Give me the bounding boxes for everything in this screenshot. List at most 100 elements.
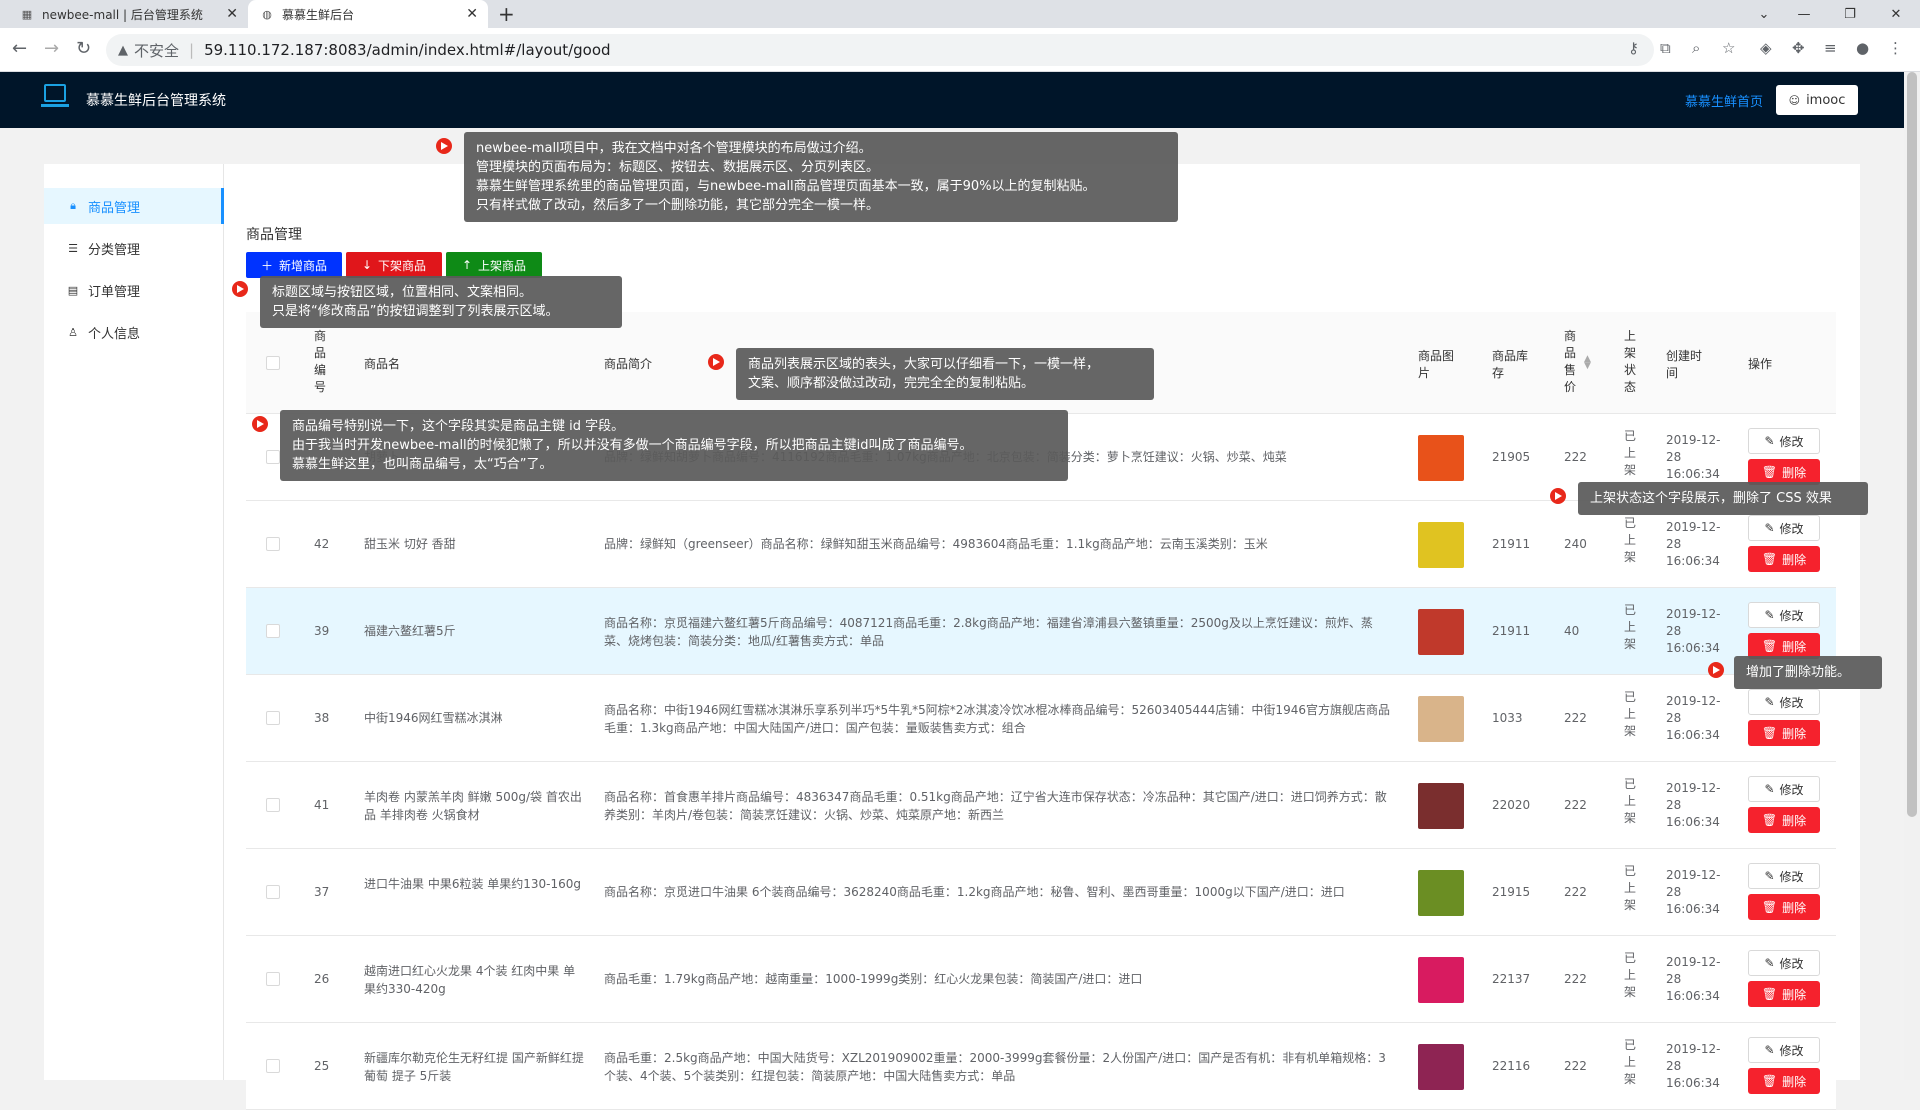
sidebar-item-order[interactable]: ▤ 订单管理 (44, 272, 224, 308)
scroll-thumb[interactable] (1907, 72, 1917, 817)
goods-id: 37 (314, 885, 330, 899)
address-bar[interactable]: ▲ 不安全 | 59.110.172.187:8083/admin/index.… (106, 34, 1654, 66)
forward-icon[interactable]: → (44, 38, 59, 59)
off-shelf-button[interactable]: ↓ 下架商品 (346, 252, 442, 278)
trash-icon: 🗑︎ (1761, 552, 1778, 566)
goods-name: 中街1946网红雪糕冰淇淋 (364, 711, 503, 725)
close-icon[interactable]: ✕ (226, 6, 238, 22)
browser-tab-active[interactable]: ◍ 慕慕生鲜后台 ✕ (248, 0, 488, 28)
delete-button[interactable]: 🗑︎ 删除 (1748, 894, 1820, 920)
puzzle-icon[interactable]: ✥ (1792, 39, 1805, 57)
goods-created: 2019-12-28 16:06:34 (1666, 868, 1721, 916)
goods-image (1418, 1044, 1464, 1090)
goods-status: 已上架 (1624, 777, 1637, 825)
back-icon[interactable]: ← (12, 38, 27, 59)
zoom-icon[interactable]: ⌕ (1692, 39, 1700, 57)
globe-icon: ◍ (262, 7, 272, 21)
key-icon[interactable]: ⚷ (1628, 39, 1639, 57)
delete-button[interactable]: 🗑︎ 删除 (1748, 981, 1820, 1007)
delete-button[interactable]: 🗑︎ 删除 (1748, 1068, 1820, 1094)
on-shelf-button[interactable]: ↑ 上架商品 (446, 252, 542, 278)
browser-tab-newbee[interactable]: ▦ newbee-mall | 后台管理系统 ✕ (8, 0, 248, 28)
edit-button[interactable]: ✎ 修改 (1748, 689, 1820, 715)
goods-stock: 22020 (1492, 798, 1531, 812)
tab-search-icon[interactable]: ⌄ (1744, 0, 1784, 28)
delete-label: 删除 (1782, 1074, 1807, 1089)
user-name: imooc (1806, 92, 1846, 108)
sidebar: 🔒︎ 商品管理 ☰ 分类管理 ▤ 订单管理 ♙ 个人信息 (44, 164, 224, 1080)
edit-button[interactable]: ✎ 修改 (1748, 1037, 1820, 1063)
security-label: 不安全 (134, 41, 180, 60)
select-all-checkbox[interactable] (266, 356, 280, 370)
row-checkbox[interactable] (266, 885, 280, 899)
table-row[interactable]: 38 中街1946网红雪糕冰淇淋 商品名称：中街1946网红雪糕冰淇淋乐享系列半巧*… (246, 675, 1836, 762)
goods-created: 2019-12-28 16:06:34 (1666, 955, 1721, 1003)
edit-label: 修改 (1779, 521, 1804, 536)
translate-icon[interactable]: ⧉ (1660, 39, 1671, 57)
goods-status: 已上架 (1624, 864, 1637, 912)
goods-intro: 商品毛重：1.79kg商品产地：越南重量：1000-1999g类别：红心火龙果包… (604, 972, 1143, 986)
sidebar-item-profile[interactable]: ♙ 个人信息 (44, 314, 224, 350)
home-link[interactable]: 慕慕生鲜首页 (1685, 91, 1763, 110)
table-row[interactable]: 39 福建六鳌红薯5斤 商品名称：京觅福建六鳌红薯5斤商品编号：4087121商品毛… (246, 588, 1836, 675)
goods-name: 进口牛油果 中果6粒装 单果约130-160g (364, 877, 582, 891)
user-button[interactable]: ☺ imooc (1776, 85, 1858, 115)
table-row[interactable]: 41 羊肉卷 内蒙羔羊肉 鲜嫩 500g/袋 首农出品 羊排肉卷 火锅食材 商品名称… (246, 762, 1836, 849)
minimize-icon[interactable]: — (1784, 0, 1824, 28)
profile-icon[interactable]: ● (1856, 39, 1869, 57)
menu-icon[interactable]: ⋮ (1888, 39, 1903, 57)
row-checkbox[interactable] (266, 972, 280, 986)
goods-id: 39 (314, 624, 330, 638)
goods-id: 42 (314, 537, 330, 551)
sidebar-item-category[interactable]: ☰ 分类管理 (44, 230, 224, 266)
annotation-marker-icon (436, 138, 452, 154)
reload-icon[interactable]: ↻ (76, 38, 91, 59)
header-id: 商品编号 (314, 329, 327, 394)
delete-button[interactable]: 🗑︎ 删除 (1748, 546, 1820, 572)
goods-image (1418, 609, 1464, 655)
goods-id: 25 (314, 1059, 330, 1073)
edit-button[interactable]: ✎ 修改 (1748, 602, 1820, 628)
new-tab-button[interactable]: + (498, 2, 515, 26)
row-checkbox[interactable] (266, 711, 280, 725)
extension-icon[interactable]: ◈ (1760, 39, 1772, 57)
table-row[interactable]: 37 进口牛油果 中果6粒装 单果约130-160g 商品名称：京觅进口牛油果 6个… (246, 849, 1836, 936)
delete-label: 删除 (1782, 465, 1807, 480)
delete-button[interactable]: 🗑︎ 删除 (1748, 807, 1820, 833)
button-label: 下架商品 (378, 258, 427, 273)
row-checkbox[interactable] (266, 537, 280, 551)
trash-icon: 🗑︎ (1761, 1074, 1778, 1088)
add-goods-button[interactable]: ＋ 新增商品 (246, 252, 342, 278)
goods-image (1418, 435, 1464, 481)
reading-list-icon[interactable]: ≡ (1824, 39, 1837, 57)
row-checkbox[interactable] (266, 798, 280, 812)
window-close-icon[interactable]: ✕ (1876, 0, 1916, 28)
sidebar-item-label: 商品管理 (88, 200, 141, 216)
restore-icon[interactable]: ❐ (1830, 0, 1870, 28)
goods-intro: 商品名称：京觅进口牛油果 6个装商品编号：3628240商品毛重：1.2kg商品… (604, 885, 1345, 899)
goods-name: 越南进口红心火龙果 4个装 红肉中果 单果约330-420g (364, 964, 576, 996)
edit-button[interactable]: ✎ 修改 (1748, 428, 1820, 454)
table-row[interactable]: 26 越南进口红心火龙果 4个装 红肉中果 单果约330-420g 商品毛重：1.7… (246, 936, 1836, 1023)
trash-icon: 🗑︎ (1761, 465, 1778, 479)
row-checkbox[interactable] (266, 450, 280, 464)
delete-button[interactable]: 🗑︎ 删除 (1748, 720, 1820, 746)
close-icon[interactable]: ✕ (466, 6, 478, 22)
order-icon: ▤ (67, 283, 79, 297)
sort-icon[interactable]: ▲ ▼ (1584, 355, 1591, 371)
grid-icon: ▦ (21, 7, 33, 21)
edit-button[interactable]: ✎ 修改 (1748, 863, 1820, 889)
sidebar-item-goods[interactable]: 🔒︎ 商品管理 (44, 188, 224, 224)
table-row[interactable]: 25 新疆库尔勒克伦生无籽红提 国产新鲜红提葡萄 提子 5斤装 商品毛重：2.5kg… (246, 1023, 1836, 1110)
edit-button[interactable]: ✎ 修改 (1748, 950, 1820, 976)
goods-price: 40 (1564, 624, 1580, 638)
star-icon[interactable]: ☆ (1722, 39, 1735, 57)
row-checkbox[interactable] (266, 1059, 280, 1073)
trash-icon: 🗑︎ (1761, 726, 1778, 740)
row-checkbox[interactable] (266, 624, 280, 638)
edit-button[interactable]: ✎ 修改 (1748, 776, 1820, 802)
trash-icon: 🗑︎ (1761, 900, 1778, 914)
edit-button[interactable]: ✎ 修改 (1748, 515, 1820, 541)
goods-price: 222 (1564, 885, 1587, 899)
page-scrollbar[interactable] (1904, 72, 1920, 1080)
